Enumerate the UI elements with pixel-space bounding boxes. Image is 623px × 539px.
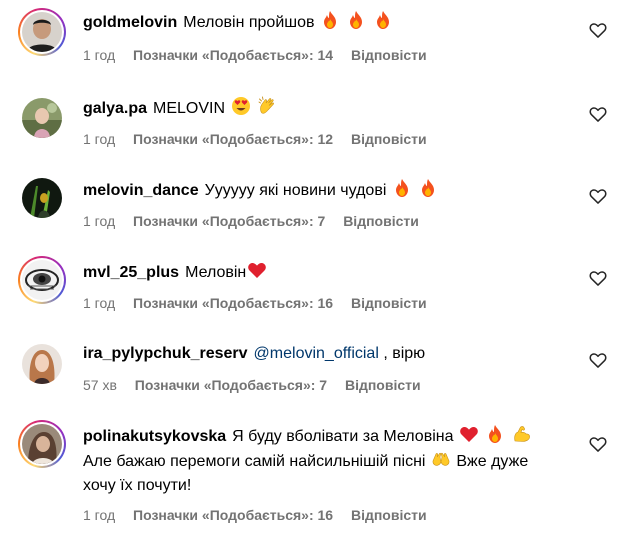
comment-time[interactable]: 1 год [83,507,115,523]
comment-body: galya.pa MELOVIN [83,96,563,121]
comment-likes[interactable]: Позначки «Подобається»: 7 [135,377,327,393]
comment-username[interactable]: polinakutsykovska [83,428,226,445]
comment-meta: 1 год Позначки «Подобається»: 14 Відпові… [83,46,441,64]
comment-time[interactable]: 1 год [83,47,115,63]
comment-likes[interactable]: Позначки «Подобається»: 16 [133,507,333,523]
like-heart-icon[interactable] [588,268,608,288]
comment-body: ira_pylypchuk_reserv @melovin_official , … [83,342,563,366]
comment-text: Я буду вболівати за Меловіна [232,428,454,445]
like-heart-icon[interactable] [588,350,608,370]
reply-button[interactable]: Відповісти [343,213,419,229]
avatar-wrap[interactable] [18,94,66,142]
avatar [22,260,62,300]
fire-icon [346,10,366,30]
like-heart-icon[interactable] [588,434,608,454]
fire-icon [320,10,340,30]
comment-body: mvl_25_plus Меловін [83,260,563,285]
reply-button[interactable]: Відповісти [345,377,421,393]
comment-time[interactable]: 57 хв [83,377,117,393]
heart-eyes-icon [231,96,251,116]
avatar [22,344,62,384]
comments-list: goldmelovin Меловін пройшов 1 год Позначк… [0,0,623,539]
comment-meta: 57 хв Позначки «Подобається»: 7 Відповіс… [83,376,435,394]
reply-button[interactable]: Відповісти [351,131,427,147]
comment-text: MELOVIN [153,100,226,117]
comment-text: Уууууу які новини чудові [204,182,387,199]
avatar [22,424,62,464]
avatar [22,98,62,138]
fire-icon [485,424,505,444]
comment-username[interactable]: mvl_25_plus [83,264,179,281]
avatar [22,178,62,218]
comment-likes[interactable]: Позначки «Подобається»: 14 [133,47,333,63]
reply-button[interactable]: Відповісти [351,295,427,311]
red-heart-icon [459,424,479,444]
clap-icon [257,96,277,116]
comment-likes[interactable]: Позначки «Подобається»: 12 [133,131,333,147]
comment-time[interactable]: 1 год [83,213,115,229]
reply-button[interactable]: Відповісти [351,47,427,63]
comment-meta: 1 год Позначки «Подобається»: 12 Відпові… [83,130,441,148]
fire-icon [373,10,393,30]
comment-body: polinakutsykovska Я буду вболівати за Мел… [83,424,563,498]
comment-text: , вірю [378,345,426,362]
comment-time[interactable]: 1 год [83,131,115,147]
like-heart-icon[interactable] [588,186,608,206]
comment-username[interactable]: ira_pylypchuk_reserv [83,345,248,362]
fire-icon [418,178,438,198]
comment-meta: 1 год Позначки «Подобається»: 16 Відпові… [83,294,441,312]
like-heart-icon[interactable] [588,104,608,124]
comment-username[interactable]: melovin_dance [83,182,199,199]
reply-button[interactable]: Відповісти [351,507,427,523]
like-heart-icon[interactable] [588,20,608,40]
flexed-biceps-icon [512,424,532,444]
comment-likes[interactable]: Позначки «Подобається»: 7 [133,213,325,229]
comment-text: Меловін пройшов [183,14,315,31]
avatar-wrap[interactable] [18,174,66,222]
red-heart-icon [247,260,267,280]
avatar-story-ring[interactable] [18,420,66,468]
comment-body: goldmelovin Меловін пройшов [83,10,563,35]
avatar [22,12,62,52]
avatar-story-ring[interactable] [18,256,66,304]
comment-likes[interactable]: Позначки «Подобається»: 16 [133,295,333,311]
comment-meta: 1 год Позначки «Подобається»: 16 Відпові… [83,506,441,524]
comment-time[interactable]: 1 год [83,295,115,311]
avatar-story-ring[interactable] [18,8,66,56]
comment-username[interactable]: goldmelovin [83,14,177,31]
comment-body: melovin_dance Уууууу які новини чудові [83,178,563,203]
avatar-wrap[interactable] [18,340,66,388]
comment-text: Меловін [185,264,247,281]
open-hands-icon [431,449,451,469]
comment-meta: 1 год Позначки «Подобається»: 7 Відповіс… [83,212,433,230]
comment-text: Але бажаю перемоги самій найсильнішій пі… [83,453,426,470]
fire-icon [392,178,412,198]
comment-username[interactable]: galya.pa [83,100,147,117]
mention-link[interactable]: @melovin_official [254,345,379,362]
